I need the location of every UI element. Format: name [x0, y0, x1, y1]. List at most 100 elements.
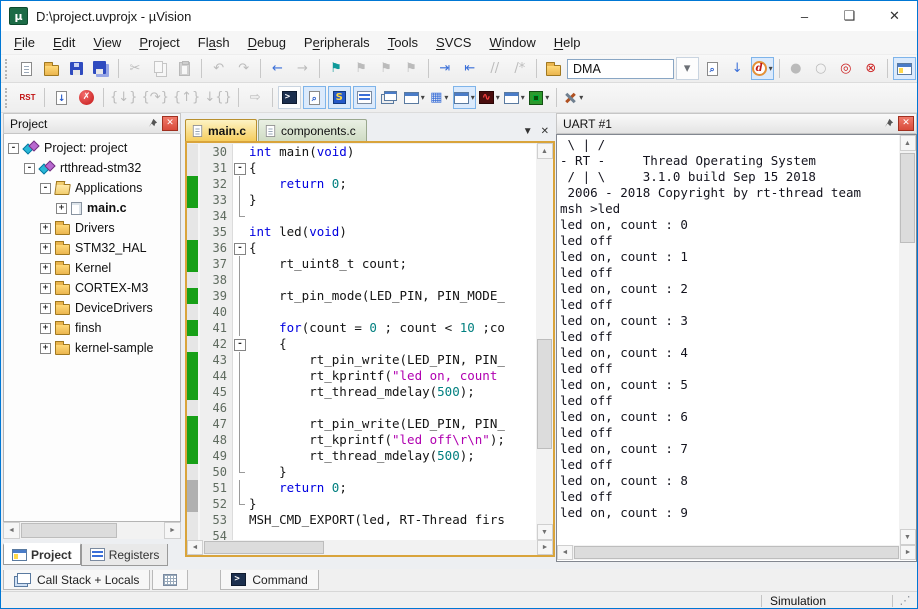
- scroll-left-arrow[interactable]: ◄: [187, 540, 203, 555]
- collapse-toggle[interactable]: -: [24, 163, 35, 174]
- tree-item-cortex-m3[interactable]: +CORTEX-M3: [4, 278, 180, 298]
- fold-marker[interactable]: [232, 240, 245, 256]
- serial-windows-button[interactable]: ▾: [453, 86, 476, 109]
- maximize-button[interactable]: ❑: [827, 1, 872, 31]
- incremental-find-button[interactable]: ↓: [726, 57, 749, 80]
- stop-button[interactable]: ✗: [75, 86, 98, 109]
- panel-tab-registers[interactable]: Registers: [81, 544, 169, 566]
- tree-item-applications[interactable]: -Applications: [4, 178, 180, 198]
- find-all-button[interactable]: d▾: [751, 57, 774, 80]
- fold-marker[interactable]: [232, 160, 245, 176]
- analysis-windows-button[interactable]: [378, 86, 401, 109]
- menu-debug[interactable]: Debug: [239, 32, 295, 53]
- expand-toggle[interactable]: +: [40, 243, 51, 254]
- close-panel-button[interactable]: ✕: [898, 116, 914, 131]
- serial-window-button[interactable]: [353, 86, 376, 109]
- tree-item-kernel-sample[interactable]: +kernel-sample: [4, 338, 180, 358]
- find-in-files-button[interactable]: [542, 57, 565, 80]
- uart-output[interactable]: \ | / - RT - Thread Operating System / |…: [557, 135, 899, 545]
- menu-help[interactable]: Help: [545, 32, 590, 53]
- tree-item-rtthread-stm32[interactable]: -rtthread-stm32: [4, 158, 180, 178]
- menu-window[interactable]: Window: [480, 32, 544, 53]
- memory-window-tab[interactable]: [152, 570, 188, 590]
- search-input[interactable]: DMA: [573, 62, 601, 76]
- call-stack-tab[interactable]: Call Stack + Locals: [3, 570, 150, 590]
- navigate-back-button[interactable]: ←: [266, 57, 289, 80]
- system-viewer-button[interactable]: ▾: [503, 86, 526, 109]
- command-tab[interactable]: > Command: [220, 570, 318, 590]
- scroll-left-arrow[interactable]: ◄: [557, 545, 573, 560]
- expand-toggle[interactable]: +: [40, 343, 51, 354]
- toolbox-button[interactable]: ▾: [528, 86, 551, 109]
- menu-edit[interactable]: Edit: [44, 32, 84, 53]
- scroll-thumb[interactable]: [204, 541, 324, 554]
- toolbar-grip[interactable]: [5, 59, 10, 79]
- fold-marker[interactable]: [232, 336, 245, 352]
- disable-all-breakpoints-button[interactable]: ◎: [834, 57, 857, 80]
- tools-button[interactable]: ▾: [562, 86, 585, 109]
- expand-toggle[interactable]: +: [40, 283, 51, 294]
- menu-view[interactable]: View: [84, 32, 130, 53]
- menu-svcs[interactable]: SVCS: [427, 32, 480, 53]
- tree-item-finsh[interactable]: +finsh: [4, 318, 180, 338]
- collapse-toggle[interactable]: -: [40, 183, 51, 194]
- menu-file[interactable]: File: [5, 32, 44, 53]
- editor-vertical-scrollbar[interactable]: ▲ ▼: [536, 143, 553, 540]
- logic-analyzer-button[interactable]: ∿▾: [478, 86, 501, 109]
- collapse-toggle[interactable]: -: [8, 143, 19, 154]
- project-tree[interactable]: -Project: project-rtthread-stm32-Applica…: [3, 134, 181, 522]
- project-horizontal-scrollbar[interactable]: ◄ ►: [3, 522, 181, 539]
- file-tab-components-c[interactable]: components.c: [258, 119, 367, 141]
- tree-item-main-c[interactable]: +main.c: [4, 198, 180, 218]
- scroll-left-arrow[interactable]: ◄: [3, 522, 20, 539]
- scroll-thumb[interactable]: [21, 523, 117, 538]
- expand-toggle[interactable]: +: [40, 223, 51, 234]
- file-tab-main-c[interactable]: main.c: [185, 119, 257, 141]
- scroll-right-arrow[interactable]: ►: [164, 522, 181, 539]
- code-editor[interactable]: 30int main(void)31{32 return 0;33}3435in…: [187, 143, 536, 540]
- toolbar-grip[interactable]: [5, 88, 11, 108]
- insert-bookmark-button[interactable]: ⚑: [325, 57, 348, 80]
- editor-horizontal-scrollbar[interactable]: ◄ ►: [187, 540, 553, 555]
- close-document-button[interactable]: ✕: [541, 126, 549, 137]
- show-next-statement-button[interactable]: ↓: [50, 86, 73, 109]
- scroll-down-arrow[interactable]: ▼: [900, 529, 916, 545]
- panel-tab-project[interactable]: Project: [3, 543, 81, 565]
- menu-peripherals[interactable]: Peripherals: [295, 32, 379, 53]
- tree-item-devicedrivers[interactable]: +DeviceDrivers: [4, 298, 180, 318]
- search-combo[interactable]: DMA: [567, 59, 674, 79]
- uart-horizontal-scrollbar[interactable]: ◄ ►: [557, 545, 916, 560]
- command-window-button[interactable]: >: [278, 86, 301, 109]
- pin-icon[interactable]: [880, 116, 896, 131]
- resize-grip[interactable]: ⋰: [893, 594, 917, 607]
- new-file-button[interactable]: [15, 57, 38, 80]
- symbol-window-button[interactable]: S: [328, 86, 351, 109]
- tree-item-stm32-hal[interactable]: +STM32_HAL: [4, 238, 180, 258]
- memory-windows-button[interactable]: ▦▾: [428, 86, 451, 109]
- unindent-button[interactable]: ⇤: [458, 57, 481, 80]
- tree-item-drivers[interactable]: +Drivers: [4, 218, 180, 238]
- menu-tools[interactable]: Tools: [379, 32, 427, 53]
- tree-item-kernel[interactable]: +Kernel: [4, 258, 180, 278]
- expand-toggle[interactable]: +: [40, 303, 51, 314]
- scroll-right-arrow[interactable]: ►: [537, 540, 553, 555]
- configure-windows-button[interactable]: [893, 57, 916, 80]
- uart-vertical-scrollbar[interactable]: ▲ ▼: [899, 135, 916, 545]
- close-panel-button[interactable]: ✕: [162, 116, 178, 131]
- menu-project[interactable]: Project: [130, 32, 188, 53]
- save-all-button[interactable]: [90, 57, 113, 80]
- scroll-thumb[interactable]: [537, 339, 552, 449]
- menu-flash[interactable]: Flash: [189, 32, 239, 53]
- minimize-button[interactable]: –: [782, 1, 827, 31]
- scroll-up-arrow[interactable]: ▲: [900, 135, 916, 151]
- scroll-thumb[interactable]: [900, 153, 915, 243]
- scroll-right-arrow[interactable]: ►: [900, 545, 916, 560]
- disassembly-window-button[interactable]: ⌕: [303, 86, 326, 109]
- close-button[interactable]: ✕: [872, 1, 917, 31]
- expand-toggle[interactable]: +: [40, 263, 51, 274]
- indent-button[interactable]: ⇥: [433, 57, 456, 80]
- save-button[interactable]: [65, 57, 88, 80]
- scroll-thumb[interactable]: [574, 546, 899, 559]
- kill-all-breakpoints-button[interactable]: ⊗: [859, 57, 882, 80]
- watch-windows-button[interactable]: ▾: [403, 86, 426, 109]
